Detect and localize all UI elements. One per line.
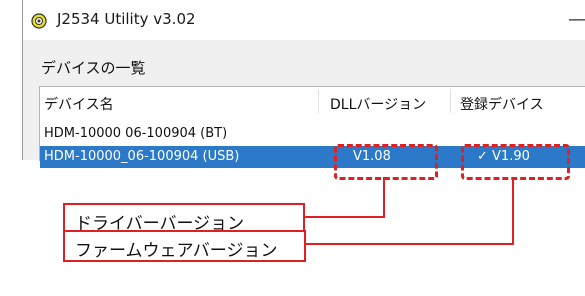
firmware-version-highlight (461, 144, 570, 180)
driver-leader-line (383, 177, 385, 218)
column-separator[interactable] (450, 89, 451, 113)
window-title: J2534 Utility v3.02 (57, 10, 196, 28)
firmware-leader-line (305, 243, 514, 245)
column-header-registered-device[interactable]: 登録デバイス (460, 94, 544, 114)
minimize-button[interactable]: — (552, 6, 585, 34)
utility-window: J2534 Utility v3.02 — デバイスの一覧 デバイス名 DLLバ… (22, 0, 585, 168)
title-bar: J2534 Utility v3.02 — (23, 0, 585, 40)
device-list-label: デバイスの一覧 (41, 59, 146, 77)
column-header-device-name[interactable]: デバイス名 (44, 94, 114, 114)
firmware-version-callout: ファームウェアバージョン (63, 230, 306, 262)
app-icon (31, 13, 47, 29)
column-separator[interactable] (318, 89, 319, 113)
driver-leader-line (304, 216, 385, 218)
device-name: HDM-10000 06-100904 (BT) (44, 126, 228, 141)
list-item[interactable]: HDM-10000 06-100904 (BT) (40, 123, 585, 145)
device-name: HDM-10000_06-100904 (USB) (44, 149, 240, 164)
column-header-dll-version[interactable]: DLLバージョン (330, 94, 426, 114)
driver-version-highlight (334, 144, 438, 180)
firmware-leader-line (512, 177, 514, 245)
list-header: デバイス名 DLLバージョン 登録デバイス (40, 87, 585, 115)
